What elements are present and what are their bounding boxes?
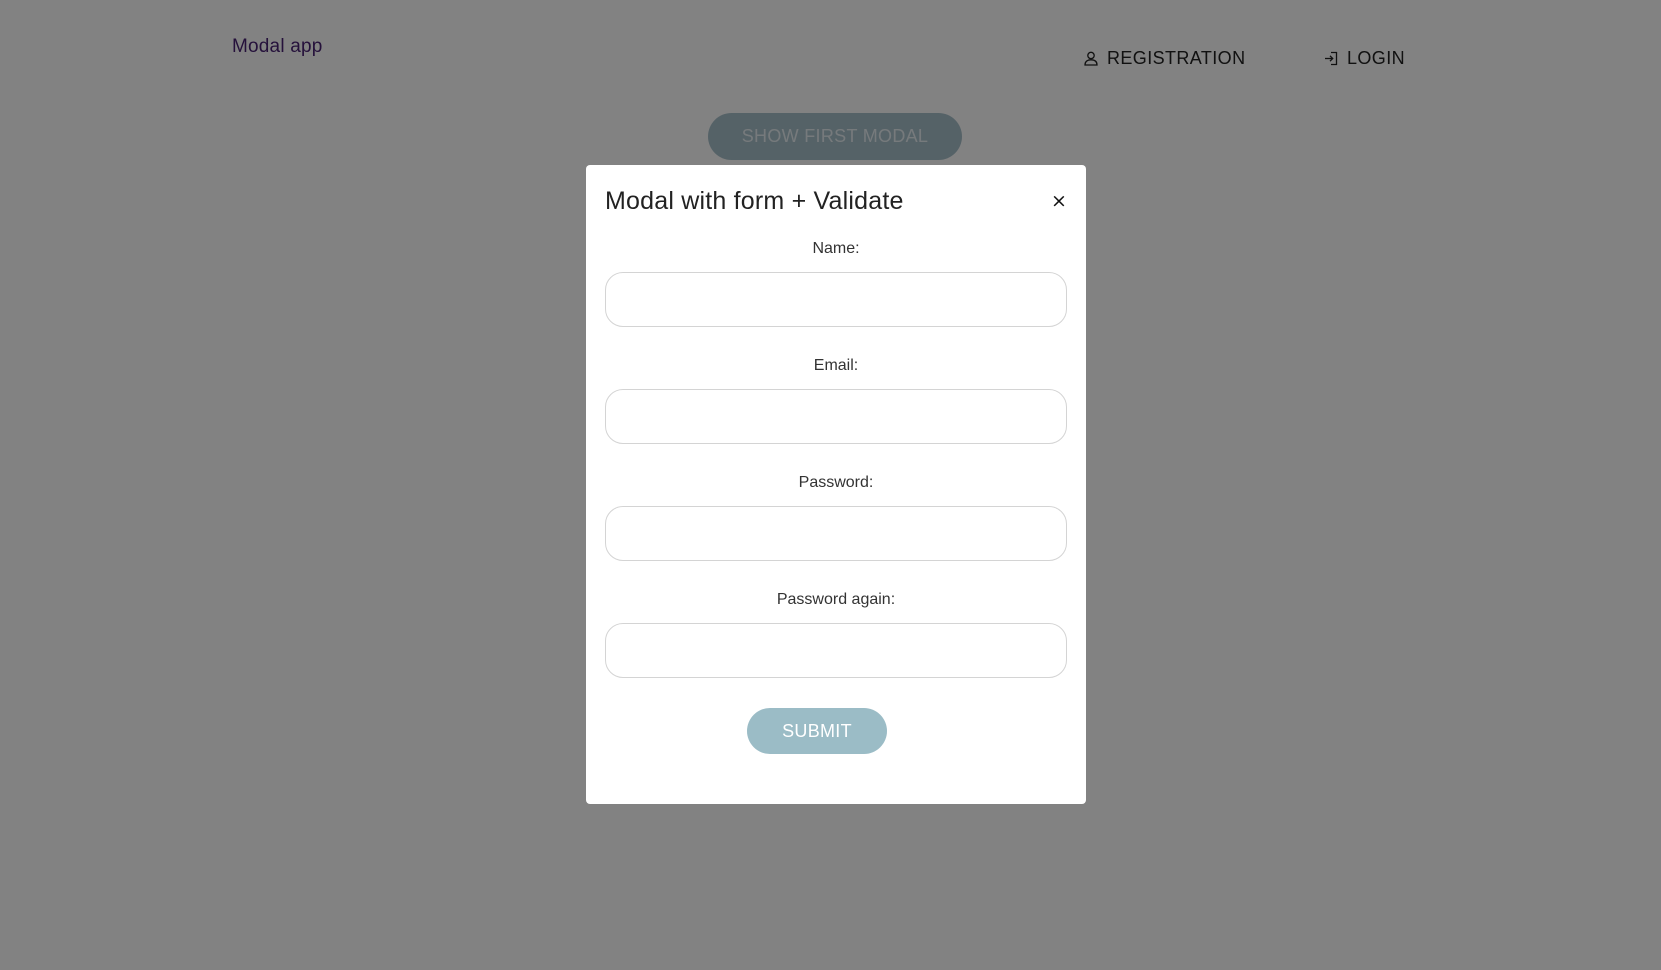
password-field-group: Password:	[605, 472, 1067, 589]
close-modal-button[interactable]: ×	[1048, 190, 1070, 212]
password-input[interactable]	[605, 506, 1067, 561]
submit-button[interactable]: SUBMIT	[747, 708, 887, 754]
email-field-group: Email:	[605, 355, 1067, 472]
name-field-group: Name:	[605, 238, 1067, 355]
modal-dialog: Modal with form + Validate × Name: Email…	[586, 165, 1086, 804]
password-label: Password:	[798, 474, 874, 491]
registration-form: Name: Email: Password: Password again:	[605, 238, 1067, 706]
password-again-field-group: Password again:	[605, 589, 1067, 706]
modal-title: Modal with form + Validate	[605, 187, 904, 215]
email-label: Email:	[813, 357, 859, 374]
email-input[interactable]	[605, 389, 1067, 444]
name-input[interactable]	[605, 272, 1067, 327]
password-again-input[interactable]	[605, 623, 1067, 678]
password-again-label: Password again:	[776, 591, 896, 608]
name-label: Name:	[812, 240, 860, 257]
